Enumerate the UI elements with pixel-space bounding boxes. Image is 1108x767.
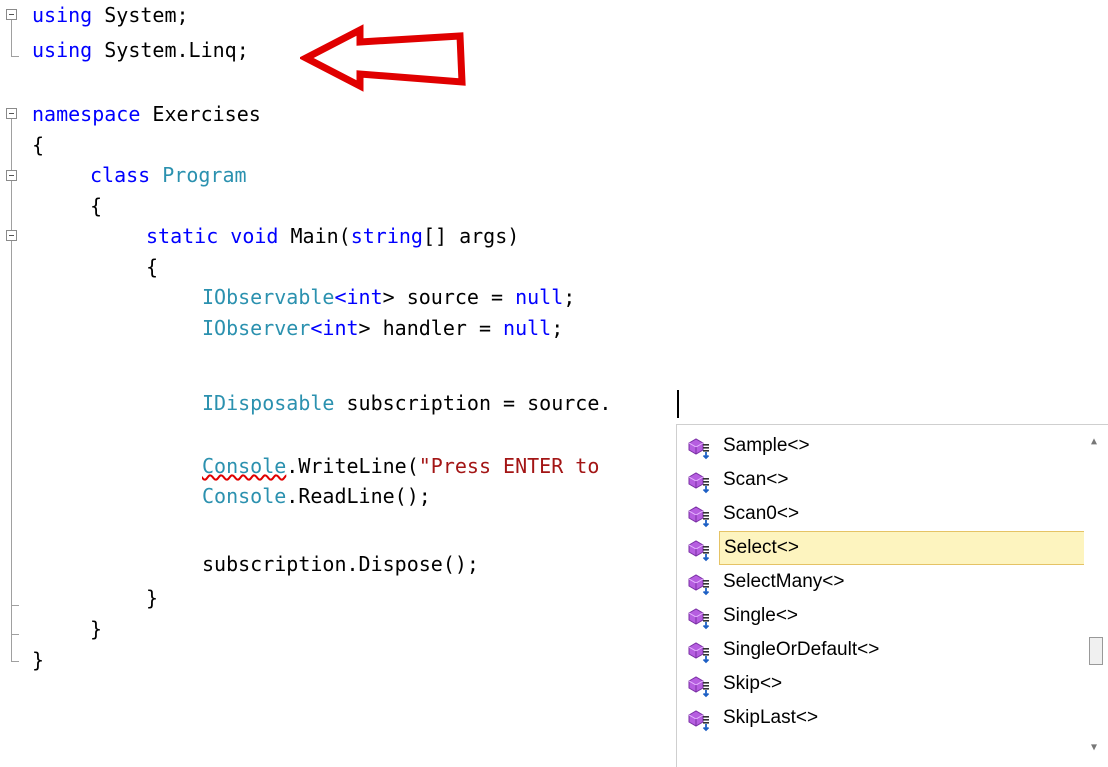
completion-item-label: SelectMany<> xyxy=(723,571,845,592)
code-line-8[interactable]: static void Main(string[] args) xyxy=(146,221,519,251)
code-line-2[interactable]: using System.Linq; xyxy=(32,35,249,65)
extension-method-icon xyxy=(688,506,710,528)
completion-item-label: Scan<> xyxy=(723,469,789,490)
code-line-7[interactable]: { xyxy=(90,191,102,221)
scroll-up-icon[interactable]: ▲ xyxy=(1091,437,1101,447)
type-name: Console xyxy=(202,484,287,508)
code-line-16[interactable]: Console.ReadLine(); xyxy=(202,481,431,511)
completion-item[interactable]: SkipLast<> xyxy=(681,701,1085,735)
completion-scrollbar[interactable]: ▲ ▼ xyxy=(1084,425,1108,767)
outline-line xyxy=(11,605,19,606)
fold-toggle-method[interactable] xyxy=(6,230,17,241)
completion-item-label: Scan0<> xyxy=(723,503,800,524)
code-line-18[interactable]: subscription.Dispose(); xyxy=(202,549,479,579)
keyword: < xyxy=(310,316,323,340)
completion-item-label: Single<> xyxy=(723,605,799,626)
code-text: > source = xyxy=(382,285,516,309)
code-line-6[interactable]: class Program xyxy=(90,160,247,190)
code-line-9[interactable]: { xyxy=(146,252,158,282)
code-text: .WriteLine( xyxy=(286,454,419,478)
code-line-15[interactable]: Console.WriteLine("Press ENTER to xyxy=(202,451,599,481)
keyword: using xyxy=(32,38,93,62)
fold-toggle-namespace[interactable] xyxy=(6,108,17,119)
keyword: void xyxy=(230,224,279,248)
keyword: using xyxy=(32,3,93,27)
code-line-1[interactable]: using System; xyxy=(32,0,189,30)
completion-item-label: SkipLast<> xyxy=(723,707,819,728)
annotation-arrow-icon xyxy=(300,24,466,92)
extension-method-icon xyxy=(688,608,710,630)
type-name: IDisposable xyxy=(202,391,335,415)
code-text: Main( xyxy=(278,224,351,248)
completion-item[interactable]: SingleOrDefault<> xyxy=(681,633,1085,667)
string-literal: "Press ENTER to xyxy=(418,454,600,478)
outline-line xyxy=(11,181,12,231)
code-text: System.Linq; xyxy=(92,38,249,62)
outline-line xyxy=(11,241,12,661)
code-line-13[interactable]: IDisposable subscription = source. xyxy=(202,388,611,418)
keyword: string xyxy=(350,224,423,248)
extension-method-icon xyxy=(688,574,710,596)
completion-list[interactable]: Sample<> Scan<> Scan0<> Select<> SelectMany<… xyxy=(676,424,1108,767)
scroll-down-icon[interactable]: ▼ xyxy=(1091,743,1101,753)
code-text: [] args) xyxy=(422,224,520,248)
code-line-19[interactable]: } xyxy=(146,583,158,613)
keyword: int xyxy=(322,316,359,340)
code-line-20[interactable]: } xyxy=(90,614,102,644)
completion-item[interactable]: Single<> xyxy=(681,599,1085,633)
keyword: null xyxy=(515,285,564,309)
extension-method-icon xyxy=(688,472,710,494)
completion-item[interactable]: Sample<> xyxy=(681,429,1085,463)
outline-line xyxy=(11,661,19,662)
extension-method-icon xyxy=(688,642,710,664)
keyword: null xyxy=(503,316,552,340)
keyword: < xyxy=(334,285,347,309)
code-text: .ReadLine(); xyxy=(286,484,431,508)
outline-line xyxy=(11,56,19,57)
type-name: Program xyxy=(162,163,247,187)
scroll-thumb[interactable] xyxy=(1089,637,1103,665)
code-line-10[interactable]: IObservable<int> source = null; xyxy=(202,282,575,312)
type-name-error: Console xyxy=(202,454,287,478)
type-name: IObserver xyxy=(202,316,311,340)
code-line-5[interactable]: { xyxy=(32,130,44,160)
completion-item[interactable]: Skip<> xyxy=(681,667,1085,701)
extension-method-icon xyxy=(688,438,710,460)
type-name: IObservable xyxy=(202,285,335,309)
keyword: static xyxy=(146,224,219,248)
completion-item-label: Select<> xyxy=(719,531,1085,565)
completion-item-label: Skip<> xyxy=(723,673,783,694)
completion-item[interactable]: Scan<> xyxy=(681,463,1085,497)
code-text: subscription = source. xyxy=(334,391,612,415)
code-line-4[interactable]: namespace Exercises xyxy=(32,99,261,129)
code-line-11[interactable]: IObserver<int> handler = null; xyxy=(202,313,563,343)
keyword: int xyxy=(346,285,383,309)
code-text: Exercises xyxy=(140,102,261,126)
completion-item-label: Sample<> xyxy=(723,435,810,456)
completion-item[interactable]: Scan0<> xyxy=(681,497,1085,531)
keyword: class xyxy=(90,163,151,187)
code-text: > handler = xyxy=(358,316,504,340)
outline-line xyxy=(11,634,19,635)
fold-toggle-usings[interactable] xyxy=(6,9,17,20)
completion-item[interactable]: SelectMany<> xyxy=(681,565,1085,599)
completion-item[interactable]: Select<> xyxy=(681,531,1085,565)
extension-method-icon xyxy=(688,540,710,562)
code-line-21[interactable]: } xyxy=(32,645,44,675)
extension-method-icon xyxy=(688,676,710,698)
code-text: System; xyxy=(92,3,189,27)
keyword: namespace xyxy=(32,102,141,126)
text-caret xyxy=(677,390,679,418)
extension-method-icon xyxy=(688,710,710,732)
code-text: ; xyxy=(563,285,576,309)
code-text: ; xyxy=(551,316,564,340)
outline-line xyxy=(11,20,12,56)
fold-toggle-class[interactable] xyxy=(6,170,17,181)
completion-item-label: SingleOrDefault<> xyxy=(723,639,880,660)
